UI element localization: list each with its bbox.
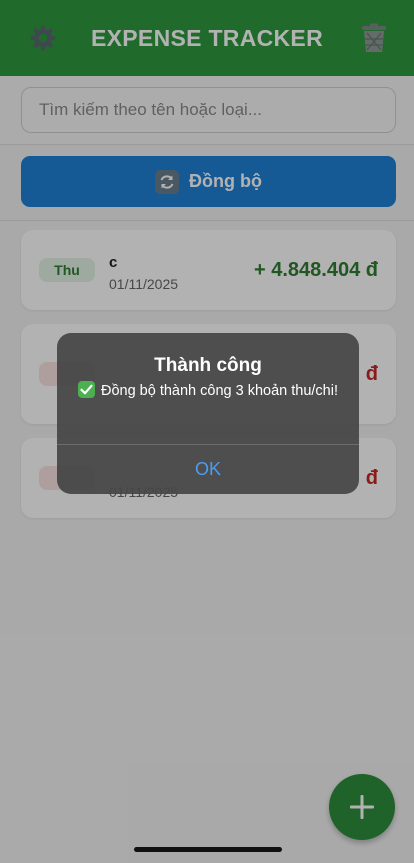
alert-message: Đồng bộ thành công 3 khoản thu/chi! xyxy=(100,383,338,399)
alert-message-wrap: Đồng bộ thành công 3 khoản thu/chi! xyxy=(77,381,339,402)
alert-ok-button[interactable]: OK xyxy=(57,445,359,494)
check-mark-icon xyxy=(77,381,95,398)
success-alert-dialog: Thành công Đồng bộ thành công 3 khoản th… xyxy=(57,333,359,494)
alert-title: Thành công xyxy=(154,355,262,376)
home-indicator xyxy=(134,847,282,852)
